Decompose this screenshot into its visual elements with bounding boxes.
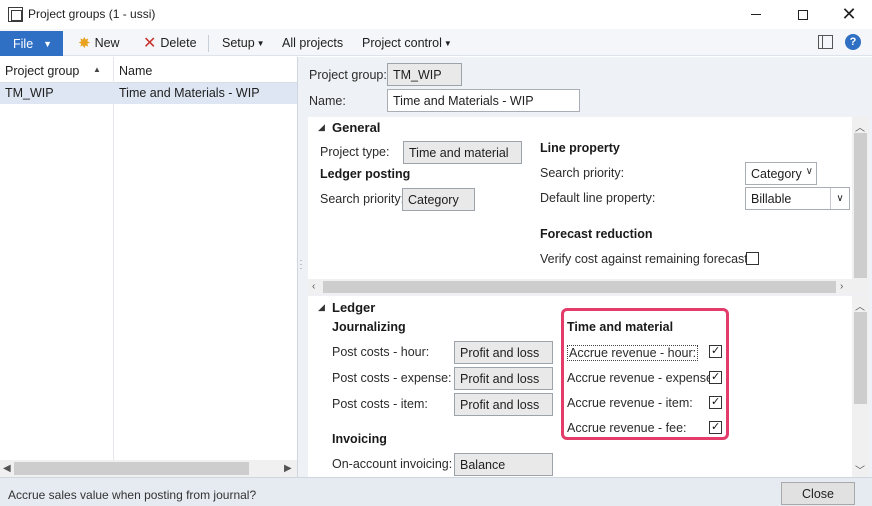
column-header-project-group[interactable]: Project group bbox=[5, 64, 79, 78]
delete-button[interactable]: ✕ Delete bbox=[143, 32, 197, 54]
on-account-invoicing-field[interactable]: Balance bbox=[454, 453, 553, 476]
default-line-property-dropdown[interactable]: Billable ∨ bbox=[745, 187, 850, 210]
journalizing-heading: Journalizing bbox=[332, 320, 406, 334]
scrollbar-thumb[interactable] bbox=[323, 281, 836, 293]
window-close-button[interactable]: ✕ bbox=[826, 0, 872, 29]
project-type-field[interactable]: Time and material bbox=[403, 141, 522, 164]
column-divider bbox=[113, 57, 114, 460]
splitter-grip-icon: · · · bbox=[299, 255, 303, 273]
line-property-heading: Line property bbox=[540, 141, 620, 155]
all-projects-button[interactable]: All projects bbox=[282, 32, 343, 54]
scrollbar-thumb[interactable] bbox=[854, 133, 867, 278]
action-pane: File ▼ ✸ New ✕ Delete Setup ▼ All projec… bbox=[0, 29, 872, 56]
project-control-label: Project control bbox=[362, 36, 442, 50]
verify-cost-label: Verify cost against remaining forecast: bbox=[540, 252, 752, 266]
collapse-triangle-icon[interactable]: ◢ bbox=[318, 302, 325, 313]
post-costs-expense-label: Post costs - expense: bbox=[332, 371, 452, 385]
name-label: Name: bbox=[309, 94, 346, 108]
toolbar-divider bbox=[208, 35, 209, 52]
chevron-down-icon: ∨ bbox=[805, 166, 813, 177]
scroll-left-icon[interactable]: ◀ bbox=[3, 463, 11, 474]
default-line-property-value: Billable bbox=[751, 192, 792, 206]
post-costs-hour-field[interactable]: Profit and loss bbox=[454, 341, 553, 364]
minimize-icon bbox=[751, 14, 761, 15]
delete-button-label: Delete bbox=[160, 36, 197, 50]
table-row[interactable]: TM_WIP Time and Materials - WIP bbox=[0, 83, 297, 104]
scrollbar-thumb[interactable] bbox=[854, 312, 867, 404]
new-button[interactable]: ✸ New bbox=[78, 32, 120, 54]
cell-project-group: TM_WIP bbox=[5, 86, 54, 100]
maximize-button[interactable] bbox=[780, 0, 826, 29]
file-menu-button[interactable]: File ▼ bbox=[0, 31, 63, 56]
cell-name: Time and Materials - WIP bbox=[119, 86, 260, 100]
help-icon[interactable]: ? bbox=[845, 34, 861, 50]
highlight-annotation bbox=[561, 308, 729, 440]
scrollbar-thumb[interactable] bbox=[14, 462, 249, 475]
verify-cost-checkbox[interactable] bbox=[746, 252, 759, 265]
close-button[interactable]: Close bbox=[781, 482, 855, 505]
scroll-up-icon[interactable]: ︿ bbox=[855, 119, 865, 134]
ledger-posting-heading: Ledger posting bbox=[320, 167, 411, 181]
minimize-button[interactable] bbox=[733, 0, 779, 29]
project-type-label: Project type: bbox=[320, 145, 390, 159]
line-search-priority-label: Search priority: bbox=[540, 166, 625, 180]
post-costs-item-field[interactable]: Profit and loss bbox=[454, 393, 553, 416]
scroll-right-icon[interactable]: › bbox=[840, 281, 843, 292]
status-help-text: Accrue sales value when posting from jou… bbox=[8, 488, 257, 502]
ledger-section-title[interactable]: Ledger bbox=[332, 300, 375, 315]
scroll-up-icon[interactable]: ︿ bbox=[855, 298, 865, 313]
file-menu-label: File bbox=[13, 36, 34, 51]
sort-ascending-icon: ▲ bbox=[93, 65, 101, 74]
forecast-reduction-heading: Forecast reduction bbox=[540, 227, 653, 241]
collapse-triangle-icon[interactable]: ◢ bbox=[318, 122, 325, 133]
invoicing-heading: Invoicing bbox=[332, 432, 387, 446]
project-groups-grid bbox=[0, 57, 298, 477]
line-search-priority-dropdown[interactable]: Category ∨ bbox=[745, 162, 817, 185]
ledger-search-priority-field[interactable]: Category bbox=[402, 188, 475, 211]
chevron-down-icon: ∨ bbox=[830, 188, 849, 209]
chevron-down-icon: ▼ bbox=[256, 38, 265, 48]
close-icon: ✕ bbox=[841, 4, 857, 24]
chevron-down-icon: ▼ bbox=[43, 38, 53, 49]
project-group-field[interactable]: TM_WIP bbox=[387, 63, 462, 86]
window-title: Project groups (1 - ussi) bbox=[28, 7, 156, 21]
layout-toggle-icon[interactable] bbox=[818, 35, 833, 49]
default-line-property-label: Default line property: bbox=[540, 191, 656, 205]
project-group-label: Project group: bbox=[309, 68, 387, 82]
new-icon: ✸ bbox=[78, 35, 91, 52]
post-costs-expense-field[interactable]: Profit and loss bbox=[454, 367, 553, 390]
project-control-menu-button[interactable]: Project control ▼ bbox=[362, 32, 452, 54]
scroll-right-icon[interactable]: ▶ bbox=[284, 463, 292, 474]
setup-menu-label: Setup bbox=[222, 36, 255, 50]
column-header-name[interactable]: Name bbox=[119, 64, 152, 78]
scroll-left-icon[interactable]: ‹ bbox=[312, 281, 315, 292]
setup-menu-button[interactable]: Setup ▼ bbox=[222, 32, 265, 54]
name-field[interactable]: Time and Materials - WIP bbox=[387, 89, 580, 112]
post-costs-hour-label: Post costs - hour: bbox=[332, 345, 430, 359]
scroll-down-icon[interactable]: ﹀ bbox=[855, 462, 865, 477]
line-search-priority-value: Category bbox=[751, 167, 802, 181]
ledger-search-priority-label: Search priority: bbox=[320, 192, 405, 206]
on-account-invoicing-label: On-account invoicing: bbox=[332, 457, 453, 471]
maximize-icon bbox=[798, 9, 808, 20]
general-section-title[interactable]: General bbox=[332, 120, 380, 135]
grid-header: Project group ▲ Name bbox=[0, 57, 297, 83]
chevron-down-icon: ▼ bbox=[443, 38, 452, 48]
all-projects-label: All projects bbox=[282, 36, 344, 50]
delete-icon: ✕ bbox=[143, 35, 157, 52]
post-costs-item-label: Post costs - item: bbox=[332, 397, 428, 411]
new-button-label: New bbox=[94, 36, 120, 50]
app-icon bbox=[8, 7, 23, 22]
